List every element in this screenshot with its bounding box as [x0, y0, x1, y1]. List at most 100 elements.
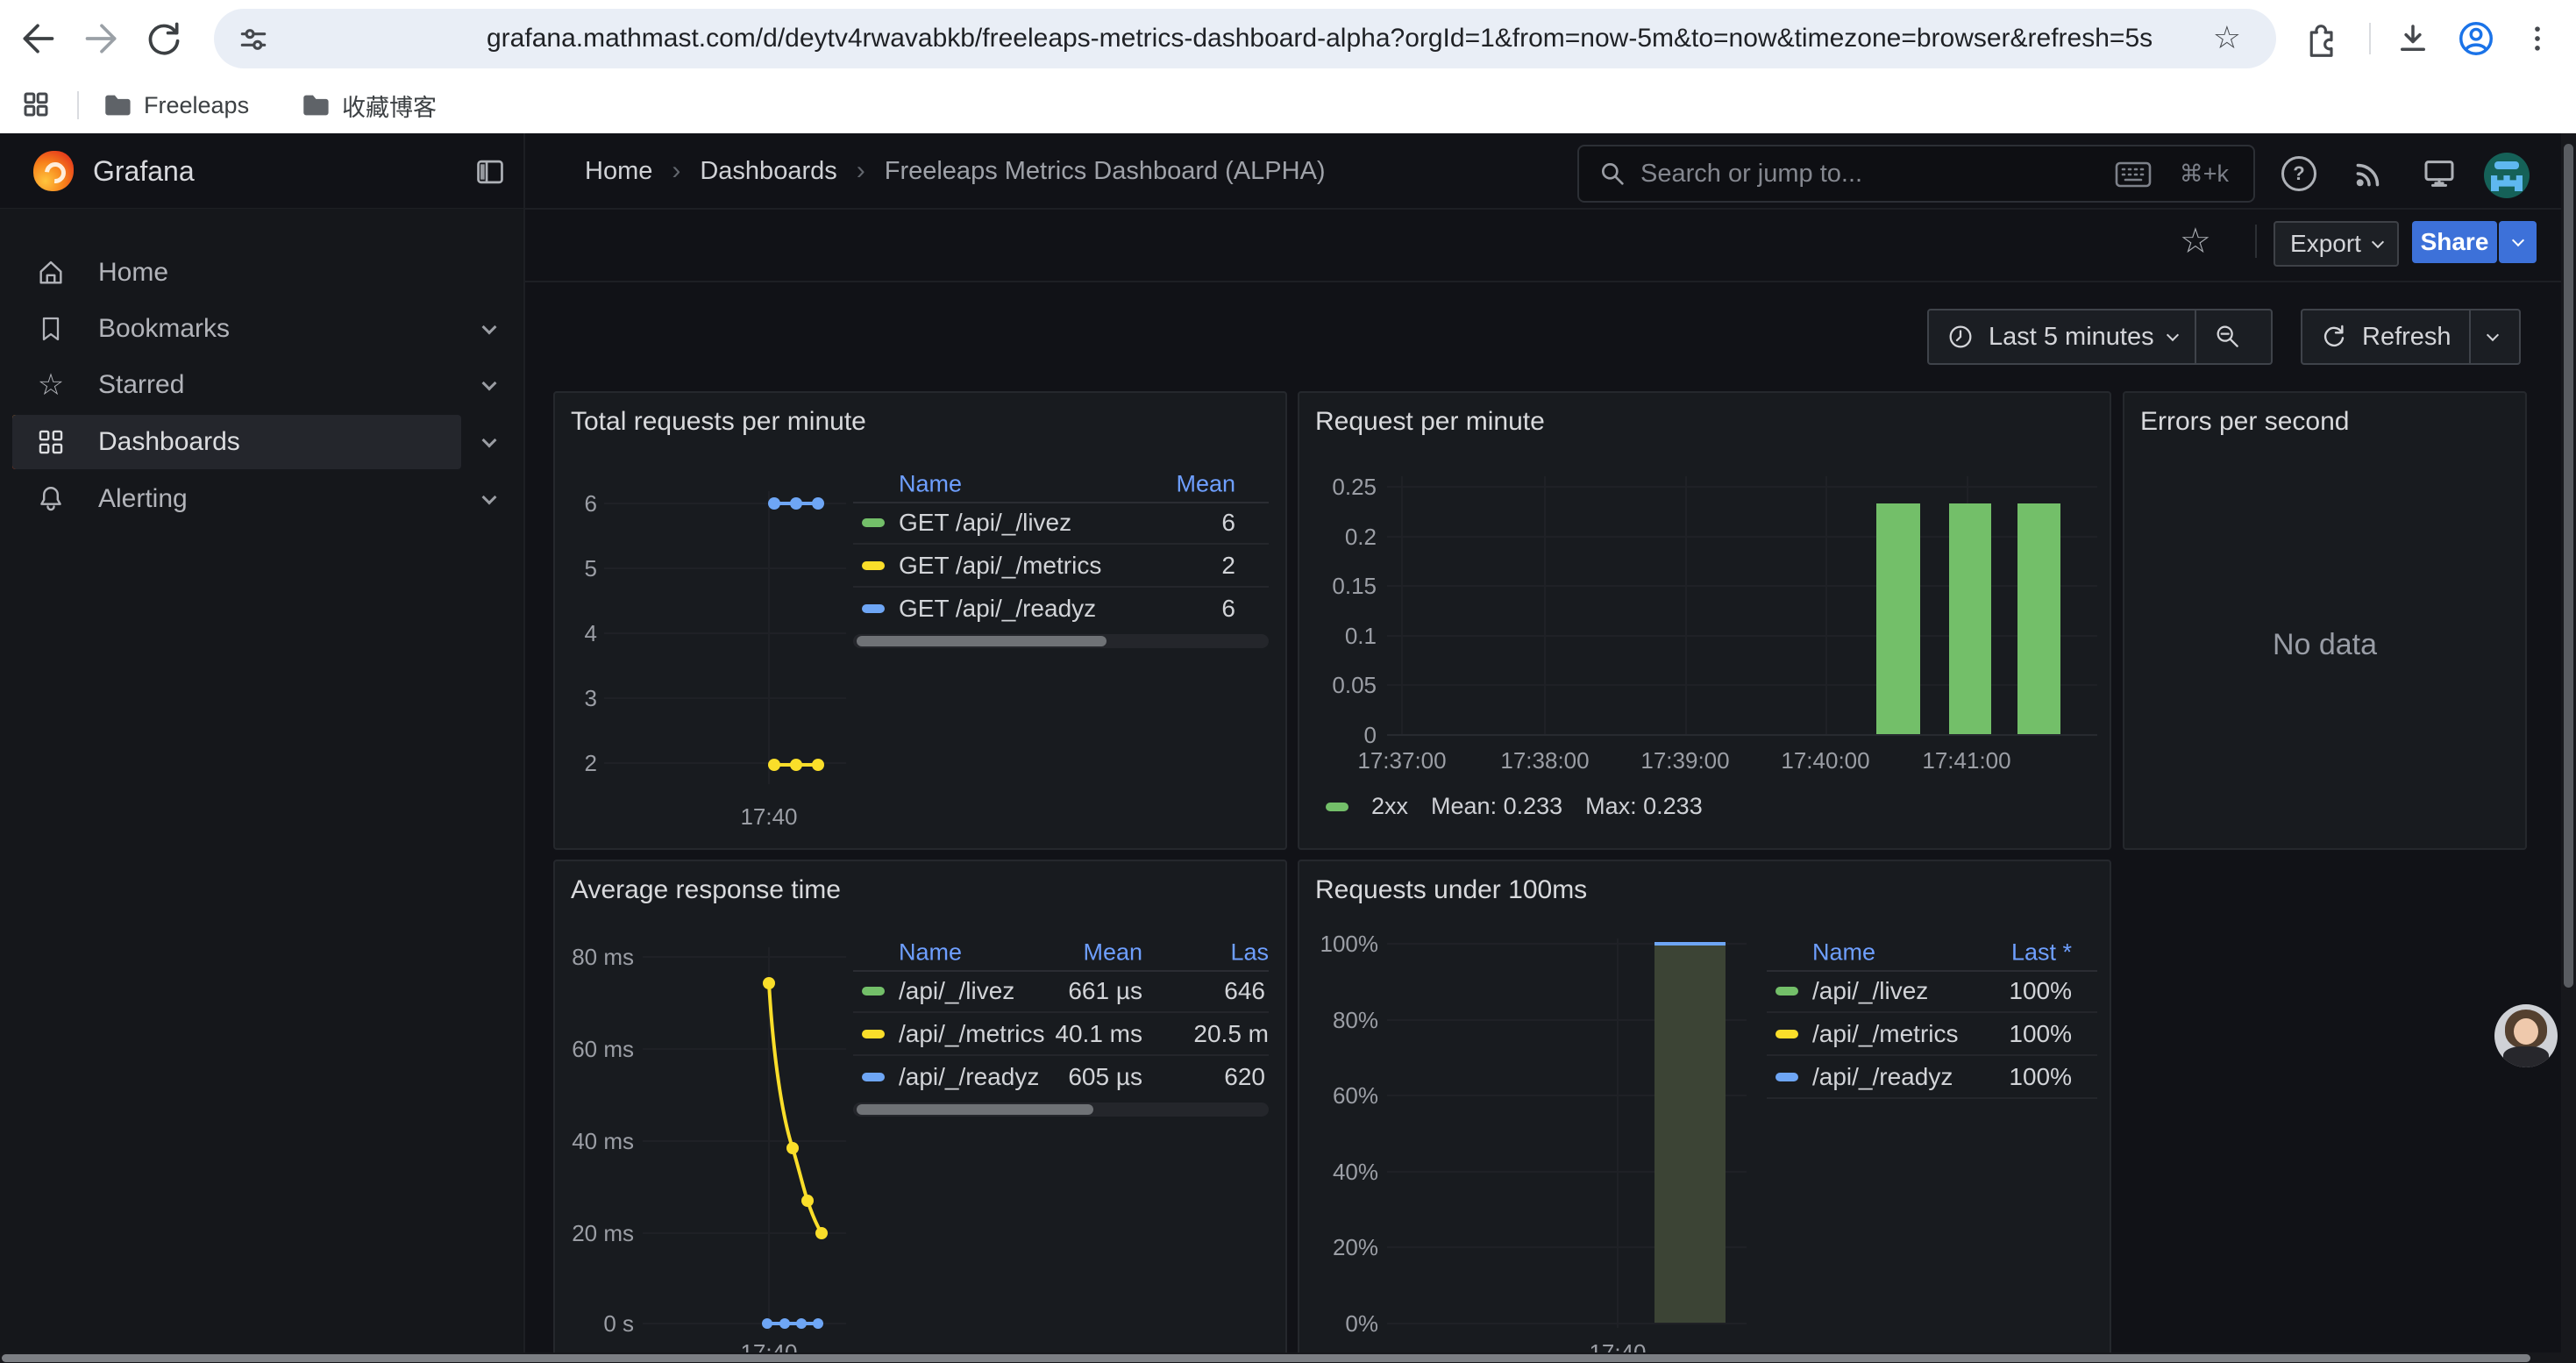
- legend-row[interactable]: GET /api/_/livez 6: [853, 502, 1269, 545]
- url-bar[interactable]: grafana.mathmast.com/d/deytv4rwavabkb/fr…: [214, 9, 2276, 68]
- news-rss-icon[interactable]: [2352, 156, 2387, 191]
- kiosk-monitor-icon[interactable]: [2422, 156, 2457, 191]
- bar-2xx[interactable]: [1949, 503, 1991, 734]
- legend-header-last[interactable]: Last *: [2011, 939, 2072, 967]
- downloads-icon[interactable]: [2388, 14, 2437, 63]
- panel-errors-per-second[interactable]: Errors per second No data: [2123, 391, 2527, 850]
- chevron-down-icon[interactable]: [484, 377, 495, 393]
- avatar-face: [2514, 1018, 2538, 1045]
- browser-forward-icon[interactable]: [77, 14, 126, 63]
- bar-2xx[interactable]: [2017, 503, 2060, 734]
- bar-2xx[interactable]: [1876, 503, 1920, 734]
- horizontal-scrollbar-thumb[interactable]: [2, 1354, 2530, 1362]
- star-icon: [35, 369, 67, 401]
- browser-toolbar: grafana.mathmast.com/d/deytv4rwavabkb/fr…: [0, 0, 2576, 77]
- profile-icon[interactable]: [2451, 14, 2501, 63]
- site-settings-icon[interactable]: [237, 23, 270, 56]
- gridline-vertical: [1825, 476, 1827, 734]
- y-tick: 0.2: [1306, 523, 1377, 551]
- sidebar-item-home[interactable]: Home: [12, 246, 461, 300]
- scrollbar-thumb[interactable]: [857, 1104, 1093, 1115]
- help-icon[interactable]: [2281, 156, 2316, 191]
- vertical-scrollbar-thumb[interactable]: [2564, 144, 2573, 988]
- x-tick: 17:40:00: [1764, 747, 1887, 774]
- panel-title: Errors per second: [2140, 407, 2349, 437]
- legend-header-name[interactable]: Name: [899, 939, 962, 967]
- legend-header-name[interactable]: Name: [899, 471, 962, 498]
- breadcrumb-dashboards[interactable]: Dashboards: [700, 157, 836, 186]
- vertical-scrollbar[interactable]: [2561, 133, 2576, 1363]
- apps-grid-icon[interactable]: [14, 82, 58, 126]
- scrollbar-thumb[interactable]: [857, 636, 1107, 646]
- browser-reload-icon[interactable]: [139, 14, 189, 63]
- legend-scrollbar[interactable]: [853, 1103, 1269, 1117]
- extensions-icon[interactable]: [2295, 14, 2344, 63]
- legend-header-mean[interactable]: Mean: [1083, 939, 1142, 967]
- legend-table: Name Last * /api/_/livez 100% /api/_/met…: [1767, 935, 2097, 1110]
- chevron-down-icon[interactable]: [484, 491, 495, 507]
- breadcrumb-current-page: Freeleaps Metrics Dashboard (ALPHA): [885, 157, 1326, 186]
- browser-back-icon[interactable]: [13, 14, 62, 63]
- share-button[interactable]: Share: [2412, 221, 2497, 263]
- legend-header-last[interactable]: Las: [1230, 939, 1269, 967]
- legend-series-label: 2xx: [1371, 793, 1408, 820]
- bookmark-item-blogs[interactable]: 收藏博客: [289, 84, 447, 126]
- grafana-app: Grafana Home › Dashboards › Freeleaps Me…: [0, 133, 2576, 1363]
- browser-menu-icon[interactable]: [2513, 14, 2562, 63]
- legend-header: Name Mean: [853, 467, 1269, 503]
- panel-avg-response-time[interactable]: Average response time 80 ms 60 ms 40 ms …: [553, 860, 1287, 1363]
- sidebar-item-dashboards[interactable]: Dashboards: [12, 415, 461, 469]
- x-tick: 17:41:00: [1905, 747, 2028, 774]
- sidebar-toggle-icon[interactable]: [473, 155, 507, 189]
- floating-profile-avatar[interactable]: [2494, 1004, 2558, 1067]
- favorite-dashboard-star-icon[interactable]: [2180, 221, 2211, 261]
- series-swatch: [1775, 1030, 1798, 1038]
- export-label: Export: [2290, 230, 2361, 258]
- export-button[interactable]: Export: [2274, 221, 2399, 267]
- legend-header-mean[interactable]: Mean: [1176, 471, 1235, 498]
- sidebar-divider: [523, 133, 525, 1363]
- avatar-robot-face: [2491, 175, 2523, 191]
- legend-scrollbar[interactable]: [853, 634, 1269, 648]
- user-avatar[interactable]: [2484, 153, 2530, 198]
- sidebar-item-alerting[interactable]: Alerting: [12, 472, 461, 526]
- series-swatch: [862, 1073, 885, 1081]
- chart-legend[interactable]: 2xx Mean: 0.233 Max: 0.233: [1326, 793, 1703, 820]
- bookmark-star-icon[interactable]: [2213, 19, 2241, 56]
- refresh-interval-button[interactable]: [2469, 310, 2515, 363]
- horizontal-scrollbar[interactable]: [0, 1352, 2576, 1363]
- panel-total-requests[interactable]: Total requests per minute 6 5 4 3 2 17:4…: [553, 391, 1287, 850]
- legend-header-name[interactable]: Name: [1812, 939, 1875, 967]
- area-fill-100pct[interactable]: [1654, 946, 1726, 1323]
- chevron-down-icon[interactable]: [484, 434, 495, 450]
- panel-title: Request per minute: [1315, 407, 1545, 437]
- legend-row[interactable]: /api/_/readyz 605 µs 620: [853, 1056, 1269, 1097]
- search-input[interactable]: Search or jump to... ⌘+k: [1577, 145, 2255, 203]
- refresh-button[interactable]: Refresh: [2302, 310, 2469, 363]
- y-tick: 0: [1306, 721, 1377, 749]
- legend-row[interactable]: /api/_/livez 661 µs 646: [853, 970, 1269, 1013]
- y-tick: 80%: [1306, 1006, 1378, 1034]
- zoom-out-button[interactable]: [2195, 310, 2259, 363]
- legend-row[interactable]: /api/_/metrics 40.1 ms 20.5 m: [853, 1013, 1269, 1056]
- legend-row[interactable]: GET /api/_/readyz 6: [853, 588, 1269, 629]
- sidebar-item-starred[interactable]: Starred: [12, 358, 461, 412]
- legend-row[interactable]: /api/_/metrics 100%: [1767, 1013, 2097, 1056]
- time-range-picker[interactable]: Last 5 minutes: [1929, 310, 2195, 363]
- breadcrumb-home[interactable]: Home: [585, 157, 652, 186]
- gridline: [1387, 1323, 1747, 1324]
- panel-request-per-minute[interactable]: Request per minute 0.25 0.2 0.15 0.1 0.0…: [1298, 391, 2111, 850]
- url-text[interactable]: grafana.mathmast.com/d/deytv4rwavabkb/fr…: [487, 9, 2153, 68]
- chevron-down-icon[interactable]: [484, 321, 495, 337]
- legend-row[interactable]: GET /api/_/metrics 2: [853, 545, 1269, 588]
- share-menu-button[interactable]: [2499, 221, 2537, 263]
- y-tick: 100%: [1306, 930, 1378, 958]
- bookmark-item-freeleaps[interactable]: Freeleaps: [91, 84, 260, 126]
- breadcrumb: Home › Dashboards › Freeleaps Metrics Da…: [585, 133, 1326, 209]
- legend-row[interactable]: /api/_/readyz 100%: [1767, 1056, 2097, 1099]
- legend-row[interactable]: /api/_/livez 100%: [1767, 970, 2097, 1013]
- panel-requests-under-100ms[interactable]: Requests under 100ms 100% 80% 60% 40% 20…: [1298, 860, 2111, 1363]
- y-tick: 0.15: [1306, 572, 1377, 600]
- chevron-down-icon: [2372, 236, 2384, 248]
- sidebar-item-bookmarks[interactable]: Bookmarks: [12, 302, 461, 356]
